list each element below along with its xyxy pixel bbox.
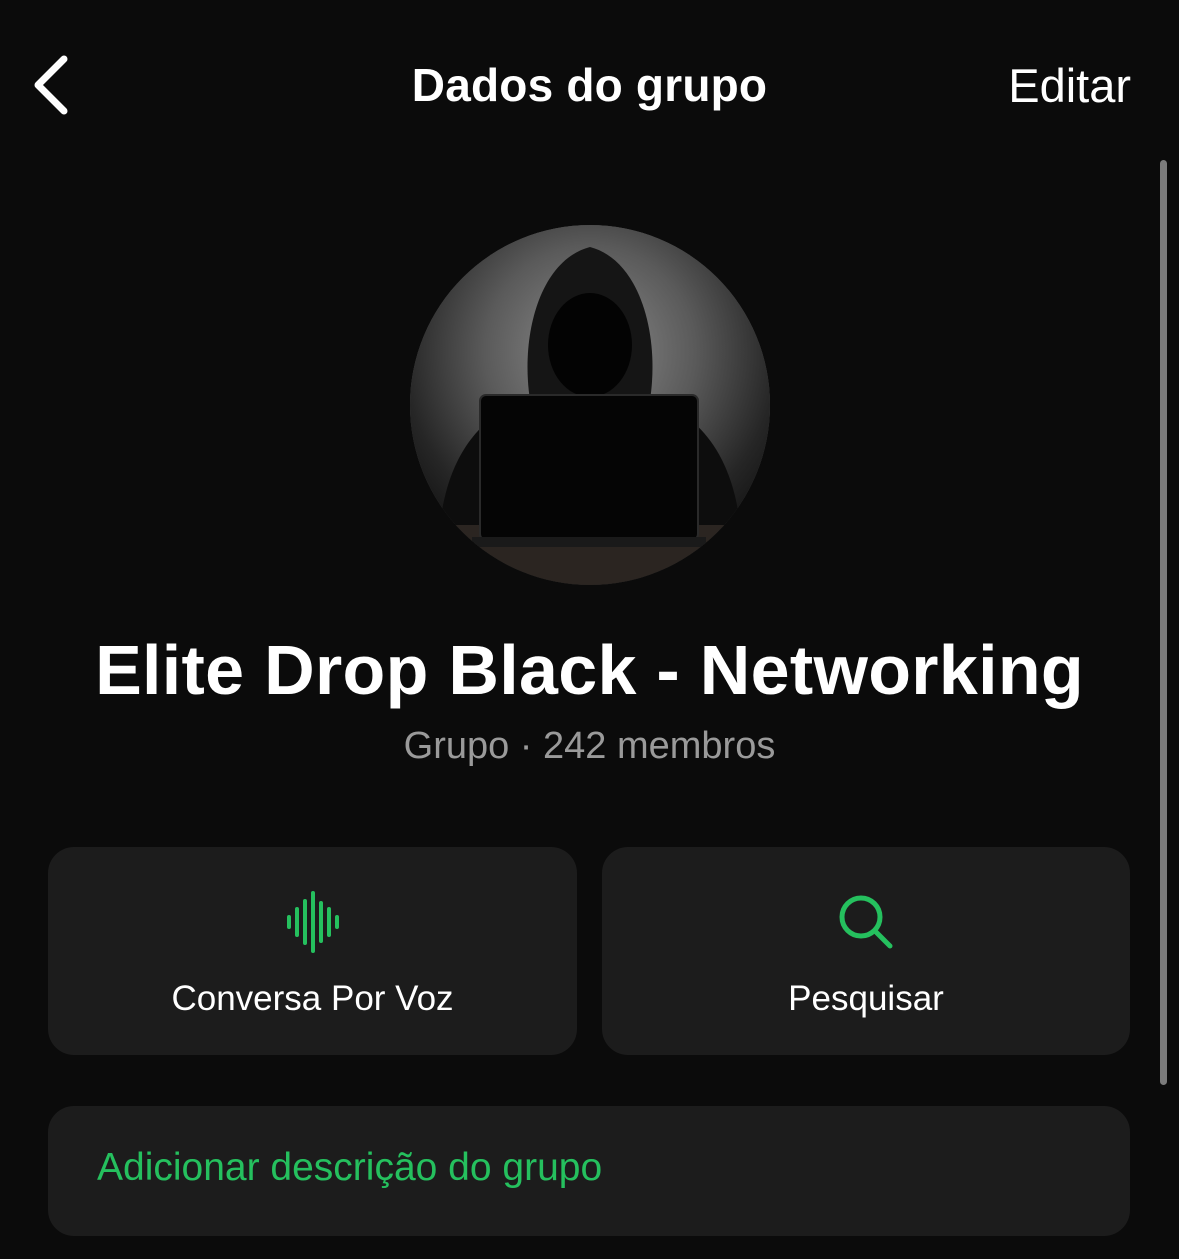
group-avatar[interactable] [410, 225, 770, 585]
hooded-figure-avatar-image [410, 225, 770, 585]
navigation-bar: Dados do grupo Editar [0, 0, 1179, 170]
page-title: Dados do grupo [411, 59, 768, 111]
edit-button[interactable]: Editar [1008, 58, 1131, 113]
add-description-row[interactable]: Adicionar descrição do grupo [48, 1106, 1130, 1236]
search-icon [839, 895, 893, 949]
add-description-link[interactable]: Adicionar descrição do grupo [97, 1146, 602, 1190]
search-icon-wrap [602, 889, 1130, 955]
scrollbar[interactable] [1160, 160, 1167, 1085]
group-name: Elite Drop Black - Networking [95, 631, 1084, 709]
voice-waveform-icon [286, 891, 339, 953]
voice-chat-label: Conversa Por Voz [171, 979, 454, 1018]
voice-icon-wrap [48, 889, 577, 955]
search-button[interactable]: Pesquisar [602, 847, 1130, 1055]
search-label: Pesquisar [788, 979, 944, 1018]
group-info-screen: Dados do grupo Editar Elite Drop Black -… [0, 0, 1179, 1259]
voice-chat-button[interactable]: Conversa Por Voz [48, 847, 577, 1055]
group-member-count: Grupo · 242 membros [403, 725, 776, 767]
